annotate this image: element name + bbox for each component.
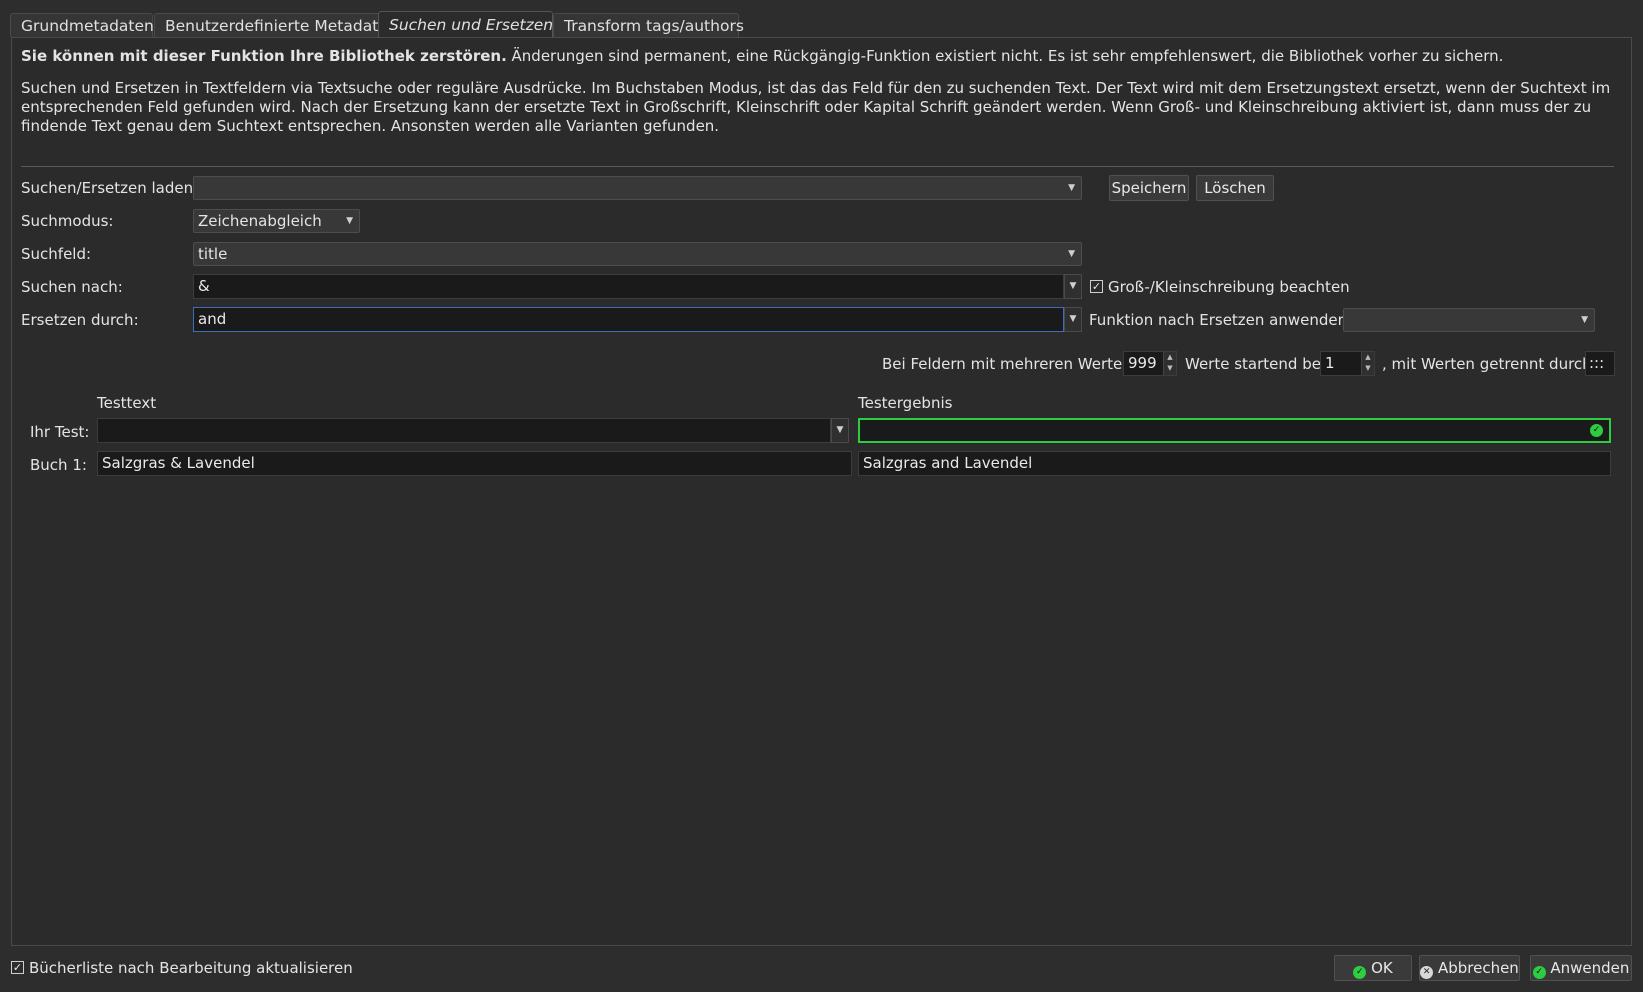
tab-transform-tags-authors[interactable]: Transform tags/authors xyxy=(553,13,744,37)
replace-label: Ersetzen durch: xyxy=(21,311,139,329)
warning-text: Sie können mit dieser Funktion Ihre Bibl… xyxy=(21,47,1621,66)
chevron-down-icon: ▼ xyxy=(1581,315,1588,325)
search-history-dropdown[interactable]: ▼ xyxy=(1064,274,1082,299)
valid-check-icon: ✓ xyxy=(1590,424,1603,437)
replace-history-dropdown[interactable]: ▼ xyxy=(1064,307,1082,332)
book-test-result: Salzgras and Lavendel xyxy=(858,451,1611,476)
search-field-value: title xyxy=(198,245,228,263)
function-combo[interactable]: ▼ xyxy=(1343,308,1595,332)
your-test-result: ✓ xyxy=(858,418,1611,443)
load-label: Suchen/Ersetzen laden: xyxy=(21,179,199,197)
your-test-input[interactable] xyxy=(97,418,831,443)
warning-bold: Sie können mit dieser Funktion Ihre Bibl… xyxy=(21,47,507,65)
close-circle-icon: ✕ xyxy=(1420,966,1434,979)
replace-input[interactable]: and xyxy=(193,307,1064,332)
chevron-down-icon: ▼ xyxy=(1068,183,1075,193)
refresh-checkbox[interactable]: ✓ xyxy=(11,961,24,974)
tab-panel xyxy=(11,37,1632,946)
spin-arrows-icon[interactable]: ▲ ▼ xyxy=(1361,352,1374,375)
tab-label: Benutzerdefinierte Metadaten xyxy=(165,17,398,35)
multi-count-spinbox[interactable]: 999 ▲ ▼ xyxy=(1123,351,1177,376)
ok-label: OK xyxy=(1371,959,1393,977)
function-label: Funktion nach Ersetzen anwenden: xyxy=(1089,311,1353,329)
your-test-dropdown[interactable]: ▼ xyxy=(831,418,849,443)
check-circle-icon: ✓ xyxy=(1532,966,1546,979)
mode-label: Suchmodus: xyxy=(21,212,114,230)
tab-benutzerdefinierte-metadaten[interactable]: Benutzerdefinierte Metadaten xyxy=(154,13,398,37)
mode-combo[interactable]: Zeichenabgleich ▼ xyxy=(193,209,360,233)
multi-middle: Werte startend bei xyxy=(1185,355,1326,373)
apply-label: Anwenden xyxy=(1550,959,1630,977)
test-text-header: Testtext xyxy=(97,394,157,412)
check-circle-icon: ✓ xyxy=(1353,966,1367,979)
refresh-label: Bücherliste nach Bearbeitung aktualisier… xyxy=(29,959,353,977)
save-button[interactable]: Speichern xyxy=(1109,175,1189,201)
multi-start-value: 1 xyxy=(1325,354,1335,372)
chevron-down-icon: ▼ xyxy=(1069,314,1077,324)
delete-button[interactable]: Löschen xyxy=(1196,175,1274,201)
test-result-header: Testergebnis xyxy=(858,394,953,412)
multi-count-value: 999 xyxy=(1128,354,1157,372)
multi-start-spinbox[interactable]: 1 ▲ ▼ xyxy=(1320,351,1375,376)
book-test-text: Salzgras & Lavendel xyxy=(97,451,852,476)
tab-label: Transform tags/authors xyxy=(564,17,744,35)
warning-rest: Änderungen sind permanent, eine Rückgäng… xyxy=(506,47,1504,65)
mode-value: Zeichenabgleich xyxy=(198,212,322,230)
ok-button[interactable]: ✓ OK xyxy=(1334,955,1412,981)
chevron-down-icon: ▼ xyxy=(1068,249,1075,259)
cancel-label: Abbrechen xyxy=(1437,959,1519,977)
chevron-down-icon: ▼ xyxy=(1069,281,1077,291)
case-sensitive-checkbox[interactable]: ✓ xyxy=(1090,280,1103,293)
case-sensitive-label: Groß-/Kleinschreibung beachten xyxy=(1108,278,1350,296)
chevron-down-icon: ▼ xyxy=(346,216,353,226)
tab-suchen-und-ersetzen[interactable]: Suchen und Ersetzen xyxy=(378,11,553,38)
load-combo[interactable]: ▼ xyxy=(193,176,1082,200)
multi-suffix: , mit Werten getrennt durch xyxy=(1382,355,1592,373)
separator-input[interactable]: ::: xyxy=(1585,351,1615,376)
cancel-button[interactable]: ✕ Abbrechen xyxy=(1419,955,1520,981)
tab-grundmetadaten[interactable]: Grundmetadaten xyxy=(10,13,154,37)
separator xyxy=(21,166,1614,167)
chevron-down-icon: ▼ xyxy=(836,425,844,435)
search-input[interactable]: & xyxy=(193,274,1064,299)
field-label: Suchfeld: xyxy=(21,245,92,263)
search-field-combo[interactable]: title ▼ xyxy=(193,242,1082,266)
your-test-label: Ihr Test: xyxy=(30,423,90,441)
book-label: Buch 1: xyxy=(30,456,87,474)
description-text: Suchen und Ersetzen in Textfeldern via T… xyxy=(21,79,1611,135)
tab-label: Grundmetadaten xyxy=(21,17,154,35)
multi-prefix: Bei Feldern mit mehreren Werten xyxy=(882,355,1132,373)
spin-arrows-icon[interactable]: ▲ ▼ xyxy=(1163,352,1176,375)
tab-label: Suchen und Ersetzen xyxy=(389,16,554,34)
apply-button[interactable]: ✓ Anwenden xyxy=(1530,955,1632,981)
search-label: Suchen nach: xyxy=(21,278,123,296)
